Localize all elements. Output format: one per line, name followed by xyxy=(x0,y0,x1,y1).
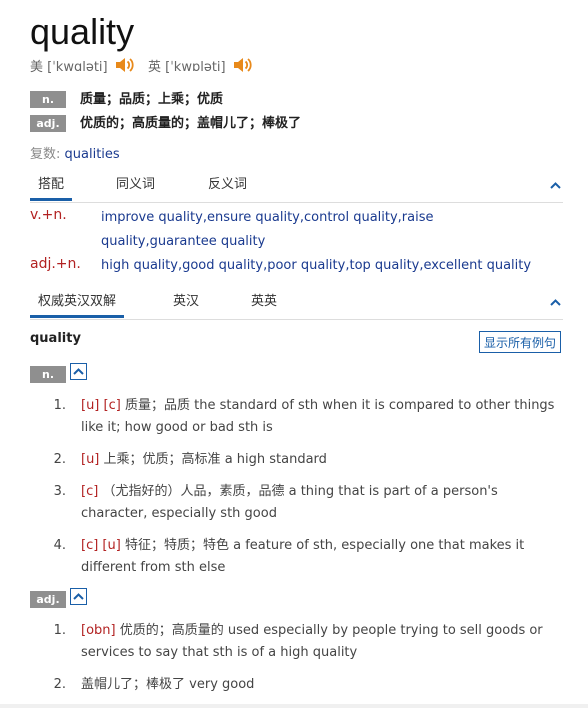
dictionary-tabs: 权威英汉双解 英汉 英英 xyxy=(30,291,563,320)
grammar-tag: [u] xyxy=(81,452,100,467)
sense-number: 1. xyxy=(53,398,66,413)
grammar-tag: [c] [u] xyxy=(81,538,121,553)
pos-tag: n. xyxy=(30,91,66,108)
headword: quality xyxy=(30,11,135,52)
sense-en: very good xyxy=(189,677,255,692)
chevron-up-icon xyxy=(73,368,84,375)
grammar-tag: [obn] xyxy=(81,623,116,638)
collocation-tabs: 搭配 同义词 反义词 xyxy=(30,174,563,203)
def-text: 优质的；高质量的；盖帽儿了；棒极了 xyxy=(80,116,302,131)
collapse-adj-button[interactable] xyxy=(70,588,87,605)
chevron-up-icon[interactable] xyxy=(550,180,561,191)
def-text: 质量；品质；上乘；优质 xyxy=(80,92,224,107)
grammar-tag: [c] xyxy=(81,484,99,499)
sense-cn: 盖帽儿了；棒极了 xyxy=(81,677,186,692)
noun-section-header: n. xyxy=(30,363,87,383)
chevron-up-icon xyxy=(73,593,84,600)
uk-ipa: [ˈkwɒləti] xyxy=(165,60,226,75)
pos-tag: adj. xyxy=(30,591,66,608)
adj-sense: 1. [obn] 优质的；高质量的 used especially by peo… xyxy=(52,620,562,664)
divider xyxy=(0,704,588,708)
noun-sense: 2. [u] 上乘；优质；高标准 a high standard xyxy=(52,449,562,471)
sense-number: 2. xyxy=(53,677,66,692)
us-pronunciation: 美 [ˈkwɑləti] xyxy=(30,56,135,78)
pos-tag: n. xyxy=(30,366,66,383)
sense-number: 4. xyxy=(53,538,66,553)
speaker-icon-uk[interactable] xyxy=(233,56,253,74)
tab-antonyms[interactable]: 反义词 xyxy=(208,174,247,196)
collocation-list-verb: improve quality,ensure quality,control q… xyxy=(101,210,434,249)
sense-en: a high standard xyxy=(224,452,327,467)
collocation-label-adj: adj.+n. xyxy=(30,256,81,272)
collocation-label-verb: v.+n. xyxy=(30,207,67,223)
entry-headword: quality xyxy=(30,331,81,346)
tab-en-cn[interactable]: 英汉 xyxy=(173,291,199,313)
plural-link[interactable]: qualities xyxy=(65,147,120,162)
plural-form: 复数: qualities xyxy=(30,143,120,162)
show-all-examples-button[interactable]: 显示所有例句 xyxy=(479,331,561,353)
noun-sense: 1. [u] [c] 质量；品质 the standard of sth whe… xyxy=(52,395,562,439)
tab-authoritative[interactable]: 权威英汉双解 xyxy=(30,291,125,318)
speaker-icon-us[interactable] xyxy=(115,56,135,74)
sense-cn: （尤指好的）人品，素质，品德 xyxy=(102,484,285,499)
sense-cn: 上乘；优质；高标准 xyxy=(103,452,221,467)
basic-def-noun: n. 质量；品质；上乘；优质 xyxy=(30,91,223,109)
uk-label: 英 xyxy=(148,60,162,75)
basic-def-adj: adj. 优质的；高质量的；盖帽儿了；棒极了 xyxy=(30,115,301,133)
grammar-tag: [u] [c] xyxy=(81,398,121,413)
sense-cn: 优质的；高质量的 xyxy=(119,623,224,638)
pos-tag: adj. xyxy=(30,115,66,132)
collapse-noun-button[interactable] xyxy=(70,363,87,380)
adj-section-header: adj. xyxy=(30,588,87,608)
noun-sense: 4. [c] [u] 特征；特质；特色 a feature of sth, es… xyxy=(52,535,562,579)
us-ipa: [ˈkwɑləti] xyxy=(47,60,108,75)
sense-number: 2. xyxy=(53,452,66,467)
us-label: 美 xyxy=(30,60,44,75)
sense-number: 1. xyxy=(53,623,66,638)
tab-collocations[interactable]: 搭配 xyxy=(30,174,73,201)
sense-number: 3. xyxy=(53,484,66,499)
chevron-up-icon[interactable] xyxy=(550,297,561,308)
plural-label: 复数: xyxy=(30,147,61,162)
collocation-list-adj: high quality,good quality,poor quality,t… xyxy=(101,258,532,273)
noun-sense: 3. [c] （尤指好的）人品，素质，品德 a thing that is pa… xyxy=(52,481,562,525)
sense-cn: 特征；特质；特色 xyxy=(124,538,229,553)
sense-cn: 质量；品质 xyxy=(124,398,190,413)
tab-en-en[interactable]: 英英 xyxy=(251,291,277,313)
adj-sense: 2. 盖帽儿了；棒极了 very good xyxy=(52,674,562,696)
tab-synonyms[interactable]: 同义词 xyxy=(116,174,155,196)
uk-pronunciation: 英 [ˈkwɒləti] xyxy=(148,56,253,78)
